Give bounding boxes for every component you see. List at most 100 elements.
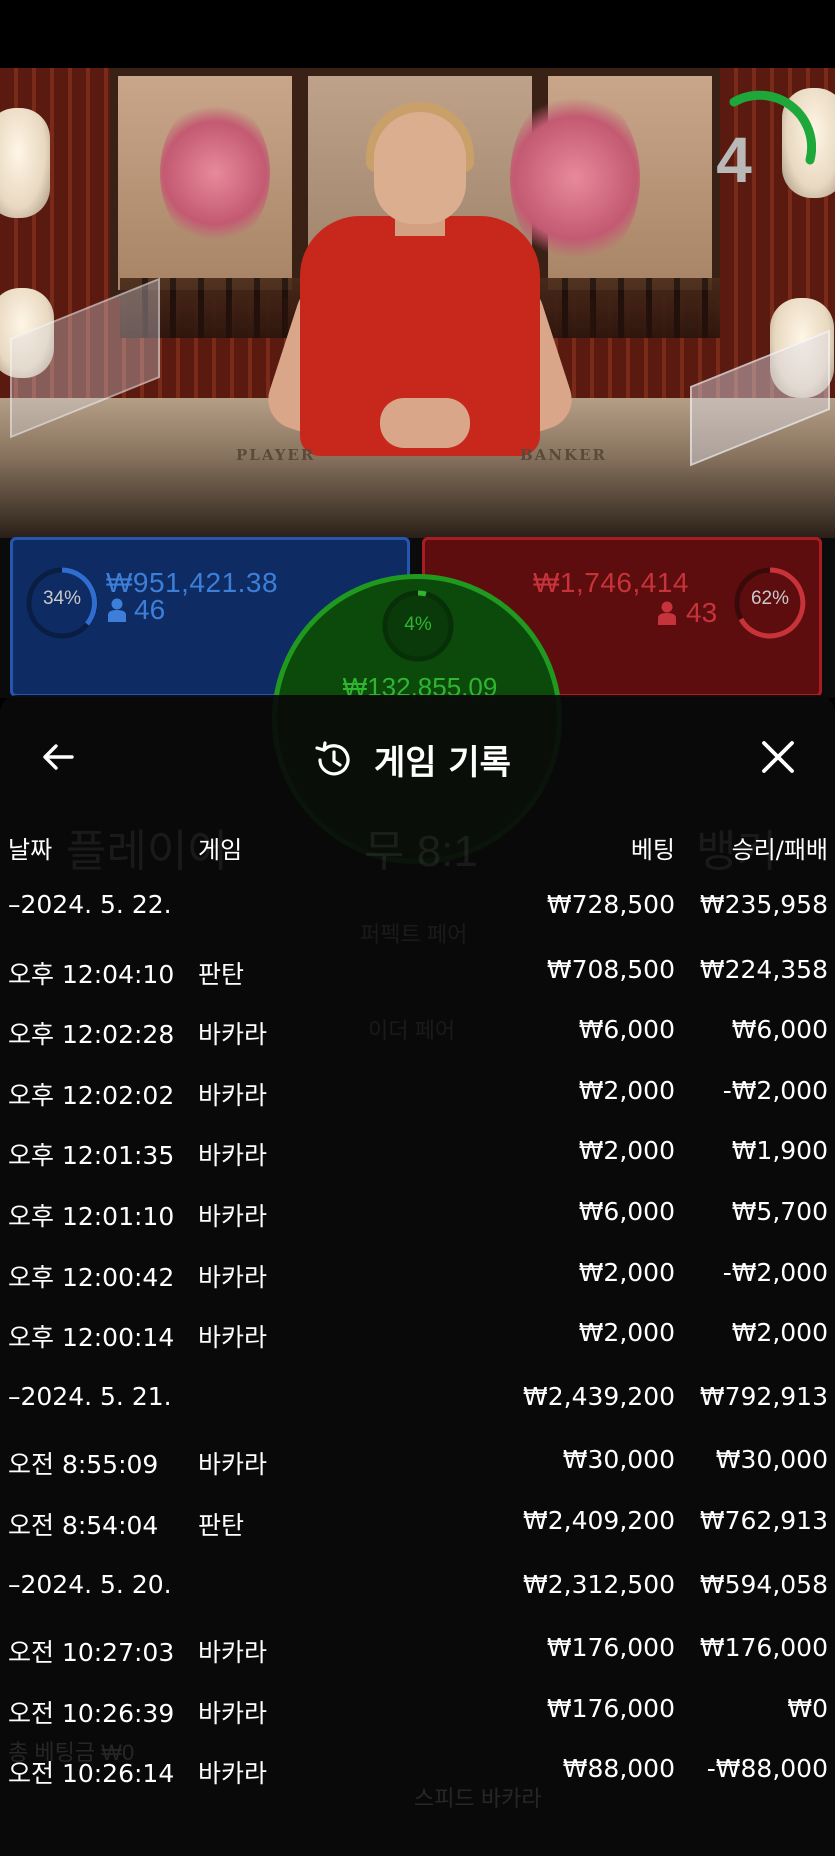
tie-percent: 4% — [404, 614, 432, 635]
banker-count-person-icon — [658, 601, 676, 625]
player-bet-amount: ₩951,421.38 — [106, 567, 279, 598]
row-bet: ₩2,000 — [578, 1136, 675, 1165]
row-result: ₩6,000 — [731, 1015, 828, 1044]
row-bet: ₩708,500 — [546, 955, 675, 984]
history-entry-row[interactable]: 오후 12:01:35 바카라 ₩2,000 ₩1,900 — [0, 1136, 835, 1196]
row-time: 오후 12:01:35 — [8, 1141, 175, 1170]
column-header-result: 승리/패배 — [731, 836, 828, 864]
row-result: ₩0 — [787, 1694, 828, 1723]
row-game: 바카라 — [198, 1263, 268, 1292]
row-result-total: ₩235,958 — [699, 890, 828, 919]
row-result-total: ₩594,058 — [699, 1570, 828, 1599]
history-entry-row[interactable]: 오후 12:00:42 바카라 ₩2,000 -₩2,000 — [0, 1258, 835, 1318]
row-time: 오후 12:01:10 — [8, 1202, 175, 1231]
banker-bet-amount: ₩1,746,414 — [533, 567, 689, 598]
history-entry-row[interactable]: 오후 12:04:10 판탄 ₩708,500 ₩224,358 — [0, 955, 835, 1015]
history-date-group-row: –2024. 5. 22. ₩728,500 ₩235,958 — [0, 890, 835, 950]
dealer-hands — [380, 398, 470, 448]
row-time: 오후 12:04:10 — [8, 960, 175, 989]
row-time: 오전 8:54:04 — [8, 1511, 159, 1540]
row-bet: ₩176,000 — [546, 1633, 675, 1662]
row-result: ₩2,000 — [731, 1318, 828, 1347]
column-header-date: 날짜 — [8, 836, 53, 864]
history-date-group-row: –2024. 5. 21. ₩2,439,200 ₩792,913 — [0, 1382, 835, 1442]
row-game: 바카라 — [198, 1759, 268, 1788]
table-label-banker: BANKER — [520, 446, 607, 464]
history-date-group-row: –2024. 5. 20. ₩2,312,500 ₩594,058 — [0, 1570, 835, 1630]
history-entry-row[interactable]: 오후 12:02:02 바카라 ₩2,000 -₩2,000 — [0, 1076, 835, 1136]
history-entry-row[interactable]: 오전 8:55:09 바카라 ₩30,000 ₩30,000 — [0, 1445, 835, 1505]
row-game: 바카라 — [198, 1450, 268, 1479]
row-bet: ₩88,000 — [562, 1754, 675, 1783]
row-result: ₩762,913 — [699, 1506, 828, 1535]
row-time: 오후 12:00:14 — [8, 1323, 175, 1352]
row-game: 바카라 — [198, 1020, 268, 1049]
row-game: 바카라 — [198, 1081, 268, 1110]
row-bet: ₩176,000 — [546, 1694, 675, 1723]
close-icon[interactable] — [756, 735, 800, 779]
history-title: 게임 기록 — [374, 743, 511, 783]
row-bet-total: ₩2,439,200 — [523, 1382, 675, 1411]
history-entry-row[interactable]: 오전 10:26:39 바카라 ₩176,000 ₩0 — [0, 1694, 835, 1754]
blossom-right — [510, 88, 640, 268]
history-entry-row[interactable]: 오후 12:02:28 바카라 ₩6,000 ₩6,000 — [0, 1015, 835, 1075]
row-result: ₩224,358 — [699, 955, 828, 984]
row-game: 판탄 — [198, 960, 245, 989]
countdown-number: 4 — [716, 124, 752, 196]
row-bet: ₩2,000 — [578, 1258, 675, 1287]
row-bet: ₩2,409,200 — [523, 1506, 675, 1535]
row-bet: ₩6,000 — [578, 1197, 675, 1226]
row-bet-total: ₩728,500 — [546, 890, 675, 919]
history-entry-row[interactable]: 오전 10:26:14 바카라 ₩88,000 -₩88,000 — [0, 1754, 835, 1814]
banker-count: 43 — [686, 597, 718, 628]
row-game: 바카라 — [198, 1638, 268, 1667]
row-time: 오후 12:02:02 — [8, 1081, 175, 1110]
row-bet: ₩2,000 — [578, 1076, 675, 1105]
player-count-person-icon — [108, 598, 126, 622]
blossom-left — [160, 98, 270, 248]
row-result: -₩88,000 — [706, 1754, 828, 1783]
row-result: ₩30,000 — [715, 1445, 828, 1474]
row-result: -₩2,000 — [722, 1076, 828, 1105]
player-count: 46 — [134, 594, 166, 625]
row-date: –2024. 5. 21. — [8, 1382, 172, 1411]
row-time: 오전 10:27:03 — [8, 1638, 175, 1667]
row-result: ₩5,700 — [731, 1197, 828, 1226]
row-time: 오후 12:02:28 — [8, 1020, 175, 1049]
row-game: 바카라 — [198, 1202, 268, 1231]
row-game: 바카라 — [198, 1141, 268, 1170]
row-game: 바카라 — [198, 1699, 268, 1728]
row-bet-total: ₩2,312,500 — [523, 1570, 675, 1599]
table-label-player: PLAYER — [236, 446, 316, 464]
row-time: 오전 10:26:39 — [8, 1699, 175, 1728]
column-header-bet: 베팅 — [630, 836, 675, 864]
dealer-face — [374, 112, 466, 224]
row-date: –2024. 5. 22. — [8, 890, 172, 919]
player-percent: 34% — [42, 588, 82, 609]
row-game: 판탄 — [198, 1511, 245, 1540]
history-clock-icon — [315, 741, 350, 776]
row-time: 오전 8:55:09 — [8, 1450, 159, 1479]
row-time: 오후 12:00:42 — [8, 1263, 175, 1292]
top-bar — [0, 0, 835, 68]
history-entry-row[interactable]: 오전 10:27:03 바카라 ₩176,000 ₩176,000 — [0, 1633, 835, 1693]
history-entry-row[interactable]: 오후 12:00:14 바카라 ₩2,000 ₩2,000 — [0, 1318, 835, 1378]
row-game: 바카라 — [198, 1323, 268, 1352]
lantern-left-top — [0, 108, 50, 218]
row-result: ₩176,000 — [699, 1633, 828, 1662]
row-result: -₩2,000 — [722, 1258, 828, 1287]
history-header: 게임 기록 — [0, 695, 835, 825]
column-header-game: 게임 — [198, 836, 243, 864]
history-entry-row[interactable]: 오전 8:54:04 판탄 ₩2,409,200 ₩762,913 — [0, 1506, 835, 1566]
row-time: 오전 10:26:14 — [8, 1759, 175, 1788]
row-result: ₩1,900 — [731, 1136, 828, 1165]
row-result-total: ₩792,913 — [699, 1382, 828, 1411]
game-history-panel: 플레이어 무 8:1 뱅커 퍼펙트 페어 이더 페어 총 베팅금 ₩0 스피드 … — [0, 695, 835, 1856]
row-bet: ₩2,000 — [578, 1318, 675, 1347]
history-entry-row[interactable]: 오후 12:01:10 바카라 ₩6,000 ₩5,700 — [0, 1197, 835, 1257]
row-date: –2024. 5. 20. — [8, 1570, 172, 1599]
row-bet: ₩30,000 — [562, 1445, 675, 1474]
row-bet: ₩6,000 — [578, 1015, 675, 1044]
banker-percent: 62% — [750, 588, 790, 609]
back-arrow-icon[interactable] — [38, 737, 78, 777]
